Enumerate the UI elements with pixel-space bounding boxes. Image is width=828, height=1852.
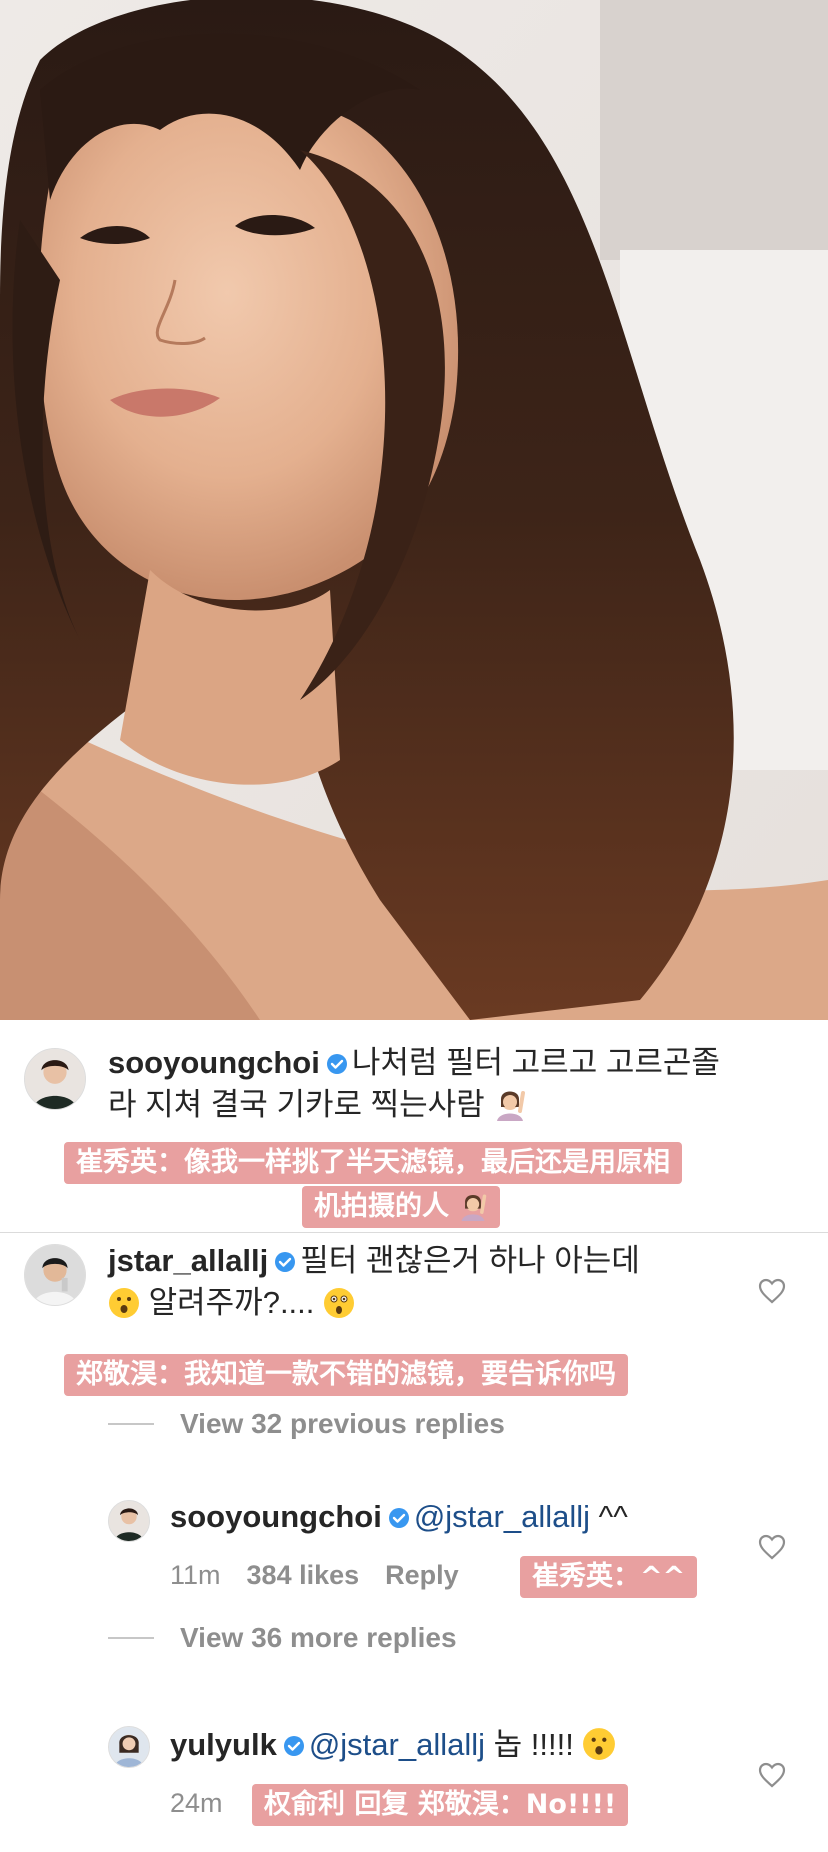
reply1-text: sooyoungchoi @jstar_allallj ^^ (170, 1496, 750, 1538)
reply1-meta: 11m 384 likes Reply (170, 1560, 459, 1591)
reply1-timestamp: 11m (170, 1560, 221, 1590)
comment1-text: jstar_allallj 필터 괜찮은거 하나 아는데 알려주까?.... (108, 1240, 728, 1324)
avatar-icon (109, 1727, 149, 1767)
reply2-translation: 权俞利 回复 郑敬淏：No!!!! (252, 1784, 629, 1826)
caption-divider (0, 1232, 828, 1233)
comment1-translation: 郑敬淏：我知道一款不错的滤镜，要告诉你吗 (64, 1354, 628, 1396)
woman-raising-hand-emoji-icon (493, 1087, 527, 1121)
reply1-avatar[interactable] (108, 1500, 150, 1542)
comment1-avatar[interactable] (24, 1244, 86, 1306)
verified-badge-icon (388, 1498, 410, 1528)
reply2-username[interactable]: yulyulk (170, 1727, 277, 1762)
astonished-face-emoji-icon (323, 1287, 355, 1319)
verified-badge-icon (274, 1242, 296, 1272)
reply2-like-heart-icon[interactable] (758, 1762, 786, 1788)
avatar-icon (109, 1501, 149, 1541)
view-more-replies-label: View 36 more replies (180, 1622, 457, 1653)
comment1-username[interactable]: jstar_allallj (108, 1243, 268, 1278)
reply2-mention-link[interactable]: @jstar_allallj (309, 1727, 485, 1762)
reply1-body: ^^ (598, 1499, 628, 1534)
view-more-replies-button[interactable]: View 36 more replies (108, 1622, 457, 1654)
reply2-timestamp: 24m (170, 1788, 223, 1818)
comment1-text-line1: 필터 괜찮은거 하나 아는데 (300, 1243, 640, 1278)
reply1-mention-link[interactable]: @jstar_allallj (414, 1499, 590, 1534)
reply1-like-heart-icon[interactable] (758, 1534, 786, 1560)
caption-text-line2: 라 지쳐 결국 기카로 찍는사람 (108, 1087, 485, 1122)
surprised-face-emoji-icon (108, 1287, 140, 1319)
view-previous-replies-button[interactable]: View 32 previous replies (108, 1408, 505, 1440)
surprised-face-emoji-icon (582, 1727, 616, 1761)
view-previous-replies-label: View 32 previous replies (180, 1408, 505, 1439)
comments-section: sooyoungchoi 나처럼 필터 고르고 고르곤졸 라 지쳐 결국 기카로 … (0, 1020, 828, 1852)
avatar-icon (25, 1049, 85, 1109)
caption-translation-line2-text: 机拍摄的人 (314, 1191, 449, 1222)
replies-divider-line (108, 1423, 154, 1425)
reply1-translation: 崔秀英：^^ (520, 1556, 698, 1598)
avatar-icon (25, 1245, 85, 1305)
caption-translation-line2: 机拍摄的人 (302, 1186, 501, 1228)
caption-translation-line1: 崔秀英：像我一样挑了半天滤镜，最后还是用原相 (64, 1142, 682, 1184)
reply2-body: 놉 !!!!! (493, 1727, 574, 1762)
caption-username[interactable]: sooyoungchoi (108, 1045, 320, 1080)
reply2-text: yulyulk @jstar_allallj 놉 !!!!! (170, 1724, 750, 1766)
caption-avatar[interactable] (24, 1048, 86, 1110)
reply2-meta: 24m (170, 1788, 249, 1819)
selfie-photo-illustration (0, 0, 828, 1020)
caption-text-line1: 나처럼 필터 고르고 고르곤졸 (351, 1045, 720, 1080)
post-photo[interactable] (0, 0, 828, 1020)
reply1-reply-button[interactable]: Reply (385, 1560, 459, 1590)
caption-text: sooyoungchoi 나처럼 필터 고르고 고르곤졸 라 지쳐 결국 기카로 … (108, 1042, 798, 1126)
verified-badge-icon (326, 1044, 348, 1074)
comment1-text-line2: 알려주까?.... (148, 1285, 315, 1320)
reply2-avatar[interactable] (108, 1726, 150, 1768)
comment1-like-heart-icon[interactable] (758, 1278, 786, 1304)
reply1-username[interactable]: sooyoungchoi (170, 1499, 382, 1534)
reply1-likes-count[interactable]: 384 likes (247, 1560, 360, 1590)
woman-raising-hand-emoji-icon (458, 1191, 488, 1221)
verified-badge-icon (283, 1726, 305, 1756)
replies-divider-line (108, 1637, 154, 1639)
